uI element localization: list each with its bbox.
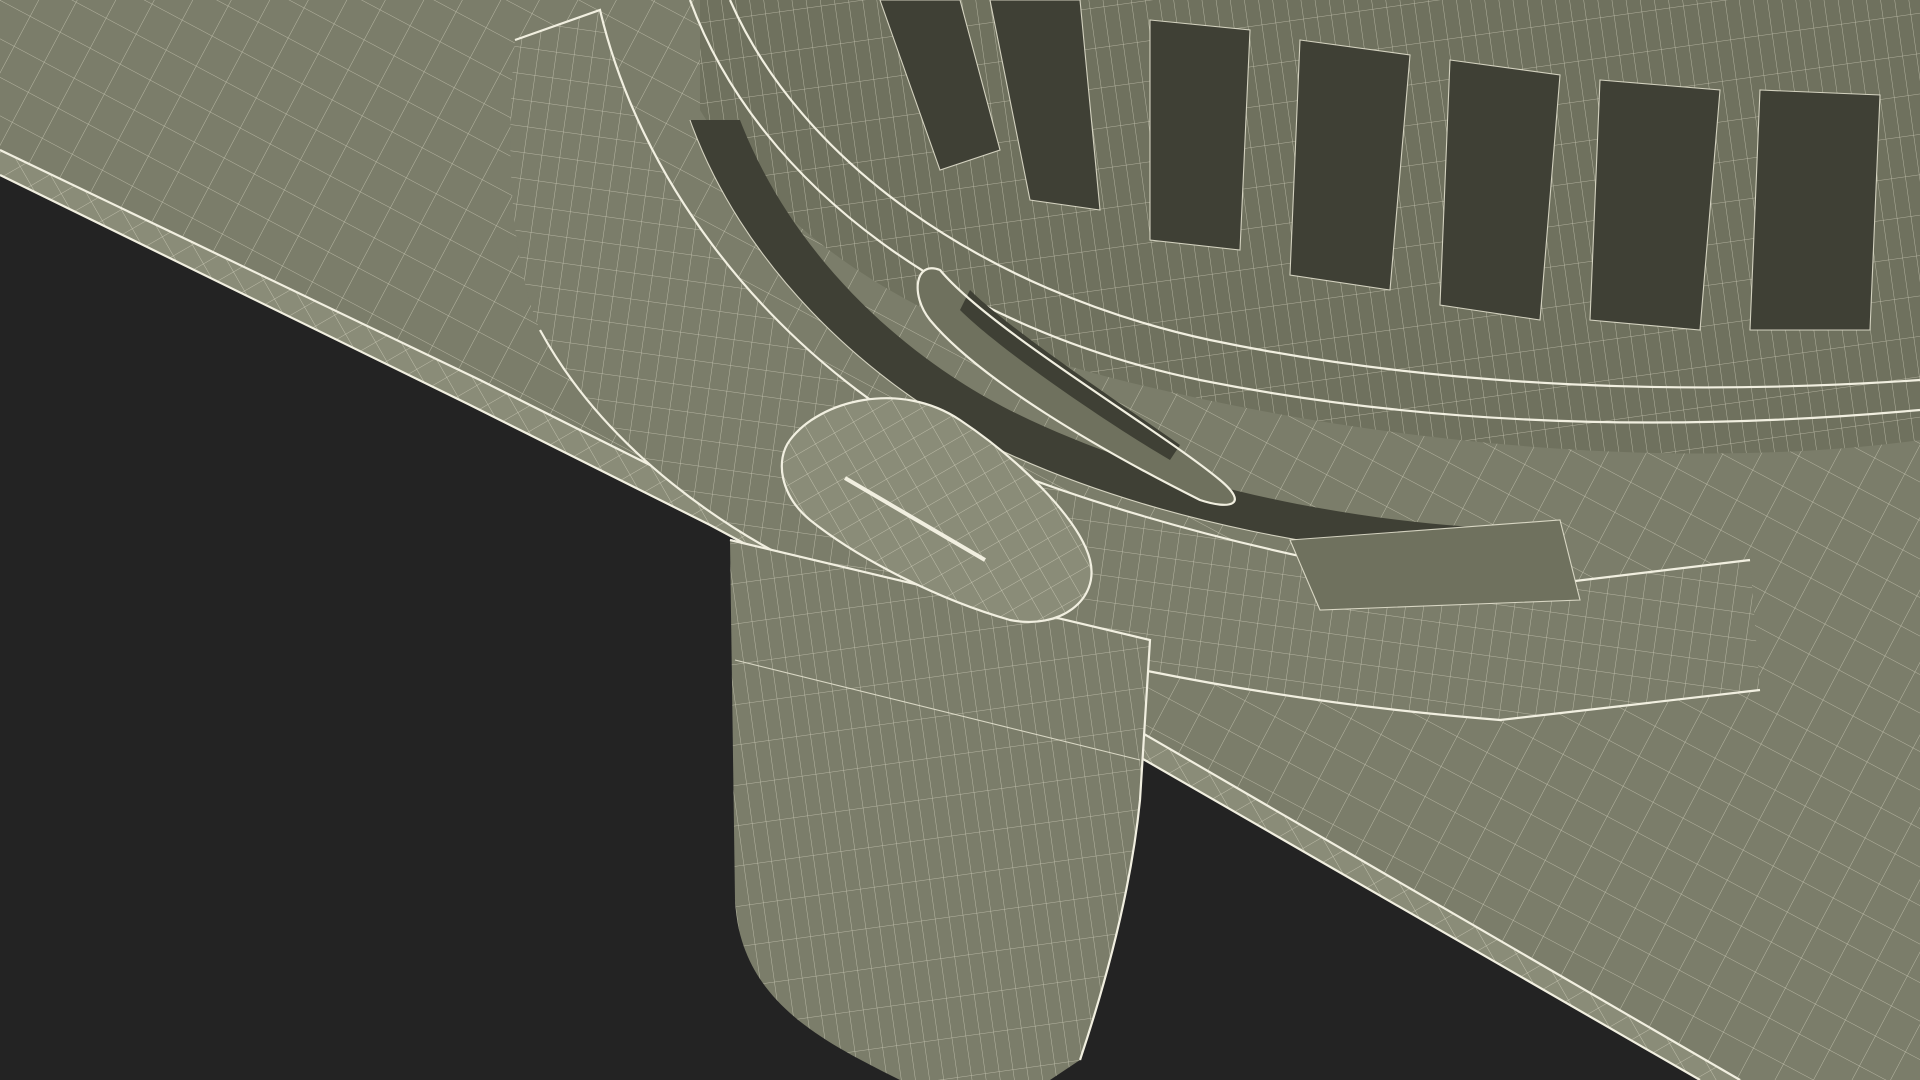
wireframe-scene [0, 0, 1920, 1080]
render-viewport [0, 0, 1920, 1080]
